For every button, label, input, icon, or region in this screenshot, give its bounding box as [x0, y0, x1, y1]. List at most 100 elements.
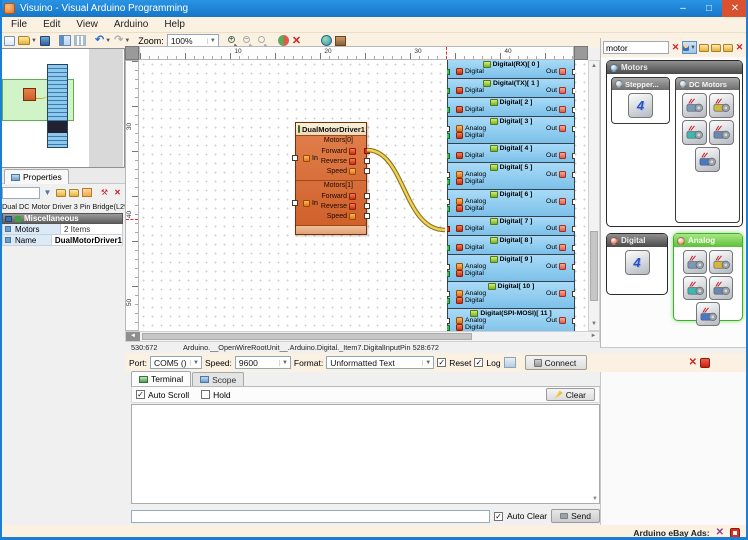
palette-item-analog-motor-5[interactable]	[696, 302, 720, 326]
out-pin[interactable]	[572, 126, 575, 132]
analog-in-pin[interactable]	[447, 199, 450, 205]
analog-in-pin[interactable]	[447, 264, 450, 270]
output-pin[interactable]	[364, 168, 370, 174]
component-dualmotordriver1[interactable]: DualMotorDriver1 Motors[0]ForwardReverse…	[295, 122, 367, 235]
category-header[interactable]: Analog	[674, 234, 742, 247]
palette-item-analog-motor-3[interactable]	[683, 276, 707, 300]
category-header[interactable]: Motors	[607, 61, 742, 74]
out-pin[interactable]	[572, 88, 575, 94]
clear-search-icon[interactable]: ✕	[670, 42, 681, 53]
board-channel[interactable]: Digital[ 3 ]AnalogOutDigital	[447, 116, 575, 144]
palette-search-input[interactable]	[603, 41, 669, 54]
tools-icon[interactable]: ⚒	[99, 187, 110, 198]
board-channel[interactable]: Digital[ 7 ]DigitalOut	[447, 216, 575, 236]
new-category-icon[interactable]	[698, 42, 709, 53]
output-pin[interactable]	[364, 203, 370, 209]
collapse-all-icon[interactable]	[68, 187, 79, 198]
palette-item-dc-motor-driver-2[interactable]	[709, 93, 734, 118]
out-pin[interactable]	[572, 226, 575, 232]
toggle-panels-button[interactable]	[58, 34, 72, 47]
output-pin[interactable]	[364, 148, 370, 154]
property-value[interactable]: 2 Items	[61, 224, 122, 234]
board-channel[interactable]: Digital(RX)[ 0 ]DigitalOut	[447, 60, 575, 79]
tab-scope[interactable]: Scope	[192, 372, 244, 386]
digital-in-pin[interactable]	[447, 88, 450, 94]
undo-button[interactable]: ↶▼	[94, 34, 112, 47]
subcategory-stepper[interactable]: Stepper...4	[611, 77, 670, 124]
analog-in-pin[interactable]	[447, 318, 450, 324]
vscroll-thumb[interactable]	[590, 231, 598, 301]
properties-filter-input[interactable]	[2, 187, 40, 199]
analog-in-pin[interactable]	[447, 126, 450, 132]
output-pin[interactable]	[364, 193, 370, 199]
palette-item-analog-motor-2[interactable]	[709, 250, 733, 274]
menu-help[interactable]: Help	[156, 18, 193, 31]
digital-in-pin[interactable]	[447, 153, 450, 159]
category-filter-button[interactable]: ▼	[682, 41, 697, 54]
tab-terminal[interactable]: Terminal	[131, 371, 191, 386]
menu-arduino[interactable]: Arduino	[106, 18, 156, 31]
open-project-button[interactable]: ▼	[17, 34, 38, 47]
send-input[interactable]	[131, 510, 490, 523]
board-channel[interactable]: Digital[ 8 ]DigitalOut	[447, 235, 575, 255]
log-checkbox[interactable]	[474, 358, 483, 367]
category-motors[interactable]: MotorsStepper...4DC Motors	[606, 60, 743, 227]
out-pin[interactable]	[572, 107, 575, 113]
menu-view[interactable]: View	[68, 18, 106, 31]
property-row[interactable]: NameDualMotorDriver1	[2, 235, 123, 246]
new-project-button[interactable]	[3, 34, 16, 47]
port-select[interactable]: COM5 ()▼	[150, 356, 202, 369]
category-analog[interactable]: Analog	[673, 233, 743, 321]
expand-all-icon[interactable]	[55, 187, 66, 198]
maximize-button[interactable]: □	[696, 0, 722, 17]
palette-item-dc-motor-driver-1[interactable]	[682, 93, 707, 118]
hscroll-thumb[interactable]	[142, 333, 472, 340]
digital-in-pin[interactable]	[447, 206, 450, 212]
collapse-categories-icon[interactable]	[722, 42, 733, 53]
digital-in-pin[interactable]	[447, 298, 450, 304]
open-dropdown-icon[interactable]: ▼	[31, 38, 37, 44]
send-button[interactable]: Send	[551, 509, 600, 523]
filter-icon[interactable]: ▼	[42, 187, 53, 198]
out-pin[interactable]	[572, 172, 575, 178]
scroll-up-icon[interactable]: ▲	[589, 61, 599, 72]
out-pin[interactable]	[572, 264, 575, 270]
auto-scroll-checkbox[interactable]	[136, 390, 145, 399]
tab-properties[interactable]: Properties	[4, 169, 69, 184]
palette-item-analog-motor-4[interactable]	[709, 276, 733, 300]
minimize-button[interactable]: –	[670, 0, 696, 17]
arduino-board-channels[interactable]: Digital(RX)[ 0 ]DigitalOutDigital(TX)[ 1…	[447, 60, 575, 331]
board-channel[interactable]: Digital(SPI-MOSI)[ 11 ]AnalogOutDigital	[447, 308, 575, 331]
board-channel[interactable]: Digital[ 2 ]DigitalOut	[447, 97, 575, 117]
clear-button[interactable]: Clear	[546, 388, 595, 401]
digital-in-pin[interactable]	[447, 245, 450, 251]
palette-item-digital-motor-component[interactable]: 4	[625, 250, 650, 275]
board-channel[interactable]: Digital[ 9 ]AnalogOutDigital	[447, 254, 575, 282]
digital-in-pin[interactable]	[447, 69, 450, 75]
auto-clear-checkbox[interactable]	[494, 512, 503, 521]
scroll-left-icon[interactable]: ◄	[126, 332, 140, 341]
output-scroll-down-icon[interactable]: ▼	[592, 496, 598, 502]
out-pin[interactable]	[572, 245, 575, 251]
ad-stop-icon[interactable]	[730, 528, 740, 538]
menu-edit[interactable]: Edit	[35, 18, 68, 31]
digital-in-pin[interactable]	[447, 179, 450, 185]
log-file-icon[interactable]	[504, 357, 516, 368]
stop-icon[interactable]	[700, 358, 710, 368]
format-select[interactable]: Unformatted Text▼	[326, 356, 434, 369]
input-pin[interactable]	[292, 155, 298, 161]
reset-checkbox[interactable]	[437, 358, 446, 367]
digital-in-pin[interactable]	[447, 325, 450, 331]
design-canvas[interactable]: DualMotorDriver1 Motors[0]ForwardReverse…	[139, 60, 588, 331]
toggle-grid-button[interactable]	[73, 34, 87, 47]
overview-minimap[interactable]	[0, 48, 125, 168]
out-pin[interactable]	[572, 199, 575, 205]
output-pin[interactable]	[364, 158, 370, 164]
category-digital[interactable]: Digital4	[606, 233, 668, 295]
analog-in-pin[interactable]	[447, 291, 450, 297]
board-channel[interactable]: Digital[ 5 ]AnalogOutDigital	[447, 162, 575, 190]
canvas-vertical-scrollbar[interactable]: ▲ ▼	[588, 60, 600, 331]
speed-select[interactable]: 9600▼	[235, 356, 291, 369]
board-channel[interactable]: Digital[ 4 ]DigitalOut	[447, 143, 575, 163]
digital-in-pin[interactable]	[447, 271, 450, 277]
